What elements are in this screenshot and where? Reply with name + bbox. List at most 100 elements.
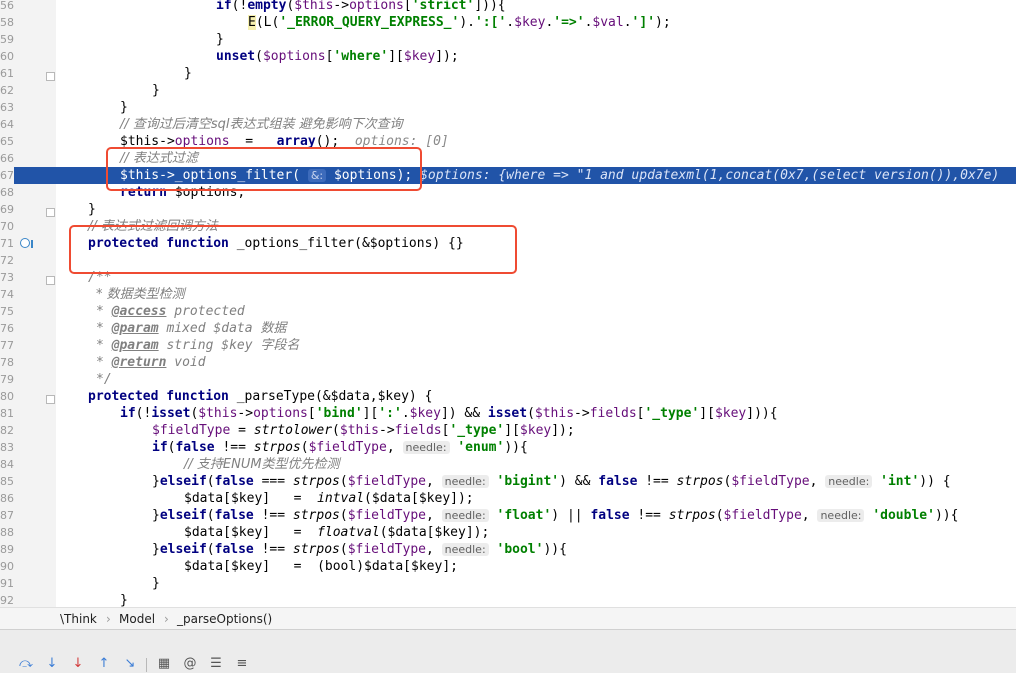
code-comment: * @access protected (96, 304, 245, 319)
code-text: E(L('_ERROR_QUERY_EXPRESS_').':['.$key.'… (248, 15, 671, 30)
code-line[interactable]: 59 } (0, 31, 1016, 48)
code-text: } (120, 593, 128, 607)
watch-icon[interactable]: @ (182, 656, 198, 672)
line-number: 61 (0, 67, 14, 80)
doc-tag: @param (111, 338, 159, 353)
doc-tag: @access (111, 304, 167, 319)
code-line[interactable]: 74 * 数据类型检测 (0, 286, 1016, 303)
line-number: 87 (0, 509, 14, 522)
code-line[interactable]: 90 $data[$key] = (bool)$data[$key]; (0, 558, 1016, 575)
code-text: } (152, 576, 160, 591)
code-line[interactable]: 69 } (0, 201, 1016, 218)
line-number: 65 (0, 135, 14, 148)
code-line[interactable]: 56 if(!empty($this->options['strict'])){ (0, 0, 1016, 14)
fold-toggle-icon[interactable] (46, 276, 55, 285)
line-number: 67 (0, 167, 14, 184)
line-number: 84 (0, 458, 14, 471)
code-line[interactable]: 85 }elseif(false === strpos($fieldType, … (0, 473, 1016, 490)
implements-marker-icon[interactable] (20, 238, 30, 248)
code-text: $data[$key] = floatval($data[$key]); (184, 525, 490, 540)
code-text: }elseif(false !== strpos($fieldType, nee… (152, 542, 567, 557)
line-number: 85 (0, 475, 14, 488)
code-line[interactable]: 81 if(!isset($this->options['bind'][':'.… (0, 405, 1016, 422)
code-comment: * @param string $key 字段名 (96, 338, 300, 353)
code-text: } (152, 83, 160, 98)
force-step-into-icon[interactable]: ↓ (70, 656, 86, 672)
code-line[interactable]: 86 $data[$key] = intval($data[$key]); (0, 490, 1016, 507)
line-number: 60 (0, 50, 14, 63)
inline-debug-value: $options: {where => "1 and updatexml(1,c… (420, 168, 1000, 183)
line-number: 70 (0, 220, 14, 233)
code-line[interactable]: 63 } (0, 99, 1016, 116)
line-number: 74 (0, 288, 14, 301)
doc-text: mixed $data 数据 (158, 321, 287, 336)
line-number: 91 (0, 577, 14, 590)
code-line[interactable]: 91 } (0, 575, 1016, 592)
code-text: } (120, 100, 128, 115)
fold-toggle-icon[interactable] (46, 395, 55, 404)
code-line[interactable]: 62 } (0, 82, 1016, 99)
line-number: 90 (0, 560, 14, 573)
line-number: 71 (0, 237, 14, 250)
code-line[interactable]: 79 */ (0, 371, 1016, 388)
override-marker-icon (31, 240, 33, 248)
code-comment: // 查询过后清空sql表达式组装 避免影响下次查询 (120, 117, 403, 132)
code-line[interactable]: 80 protected function _parseType(&$data,… (0, 388, 1016, 405)
code-line[interactable]: 83 if(false !== strpos($fieldType, needl… (0, 439, 1016, 456)
breadcrumb-item-class[interactable]: Model (119, 608, 155, 630)
run-to-cursor-icon[interactable]: ↘ (122, 656, 138, 672)
code-line[interactable]: 75 * @access protected (0, 303, 1016, 320)
code-line[interactable]: 92 } (0, 592, 1016, 607)
line-number: 69 (0, 203, 14, 216)
line-number: 86 (0, 492, 14, 505)
code-comment: */ (96, 372, 112, 387)
code-line[interactable]: 78 * @return void (0, 354, 1016, 371)
code-text: unset($options['where'][$key]); (216, 49, 459, 64)
code-line[interactable]: 61 } (0, 65, 1016, 82)
line-number: 81 (0, 407, 14, 420)
code-line[interactable]: 89 }elseif(false !== strpos($fieldType, … (0, 541, 1016, 558)
breadcrumb: \Think › Model › _parseOptions() (0, 607, 1016, 630)
fold-toggle-icon[interactable] (46, 72, 55, 81)
line-number: 56 (0, 0, 14, 12)
parameter-hint: needle: (441, 509, 489, 522)
breadcrumb-separator: › (106, 612, 111, 626)
code-line[interactable]: 76 * @param mixed $data 数据 (0, 320, 1016, 337)
code-line[interactable]: 77 * @param string $key 字段名 (0, 337, 1016, 354)
evaluate-expression-icon[interactable]: ▦ (156, 656, 172, 672)
parameter-hint: needle: (825, 475, 873, 488)
step-out-icon[interactable]: ↑ (96, 656, 112, 672)
code-line[interactable]: 88 $data[$key] = floatval($data[$key]); (0, 524, 1016, 541)
breadcrumb-separator: › (164, 612, 169, 626)
code-line[interactable]: 84 // 支持ENUM类型优先检测 (0, 456, 1016, 473)
breadcrumb-item-method[interactable]: _parseOptions() (177, 608, 272, 630)
settings-list-icon[interactable]: ≡ (234, 656, 250, 672)
breadcrumb-item-namespace[interactable]: \Think (60, 608, 97, 630)
line-number: 88 (0, 526, 14, 539)
line-number: 64 (0, 118, 14, 131)
step-into-icon[interactable]: ↓ (44, 656, 60, 672)
step-over-icon[interactable]: ⤼ (18, 656, 34, 672)
code-line[interactable]: 82 $fieldType = strtolower($this->fields… (0, 422, 1016, 439)
line-number: 58 (0, 16, 14, 29)
code-line[interactable]: 64 // 查询过后清空sql表达式组装 避免影响下次查询 (0, 116, 1016, 133)
code-text: $data[$key] = intval($data[$key]); (184, 491, 474, 506)
line-number: 63 (0, 101, 14, 114)
code-text: $fieldType = strtolower($this->fields['_… (152, 423, 575, 438)
debug-toolbar: ⤼ ↓ ↓ ↑ ↘ ▦ @ ☰ ≡ (0, 629, 1016, 673)
doc-text: void (166, 355, 206, 370)
code-text: if(!isset($this->options['bind'][':'.$ke… (120, 406, 778, 421)
code-line[interactable]: 60 unset($options['where'][$key]); (0, 48, 1016, 65)
parameter-hint: needle: (402, 441, 450, 454)
doc-text: protected (166, 304, 245, 319)
doc-tag: @return (111, 355, 167, 370)
code-comment: * 数据类型检测 (96, 287, 185, 302)
list-icon[interactable]: ☰ (208, 656, 224, 672)
code-editor[interactable]: 56 if(!empty($this->options['strict'])){… (0, 0, 1016, 607)
line-number: 77 (0, 339, 14, 352)
line-number: 92 (0, 594, 14, 607)
code-line[interactable]: 58 E(L('_ERROR_QUERY_EXPRESS_').':['.$ke… (0, 14, 1016, 31)
code-line[interactable]: 87 }elseif(false !== strpos($fieldType, … (0, 507, 1016, 524)
fold-toggle-icon[interactable] (46, 208, 55, 217)
line-number: 79 (0, 373, 14, 386)
